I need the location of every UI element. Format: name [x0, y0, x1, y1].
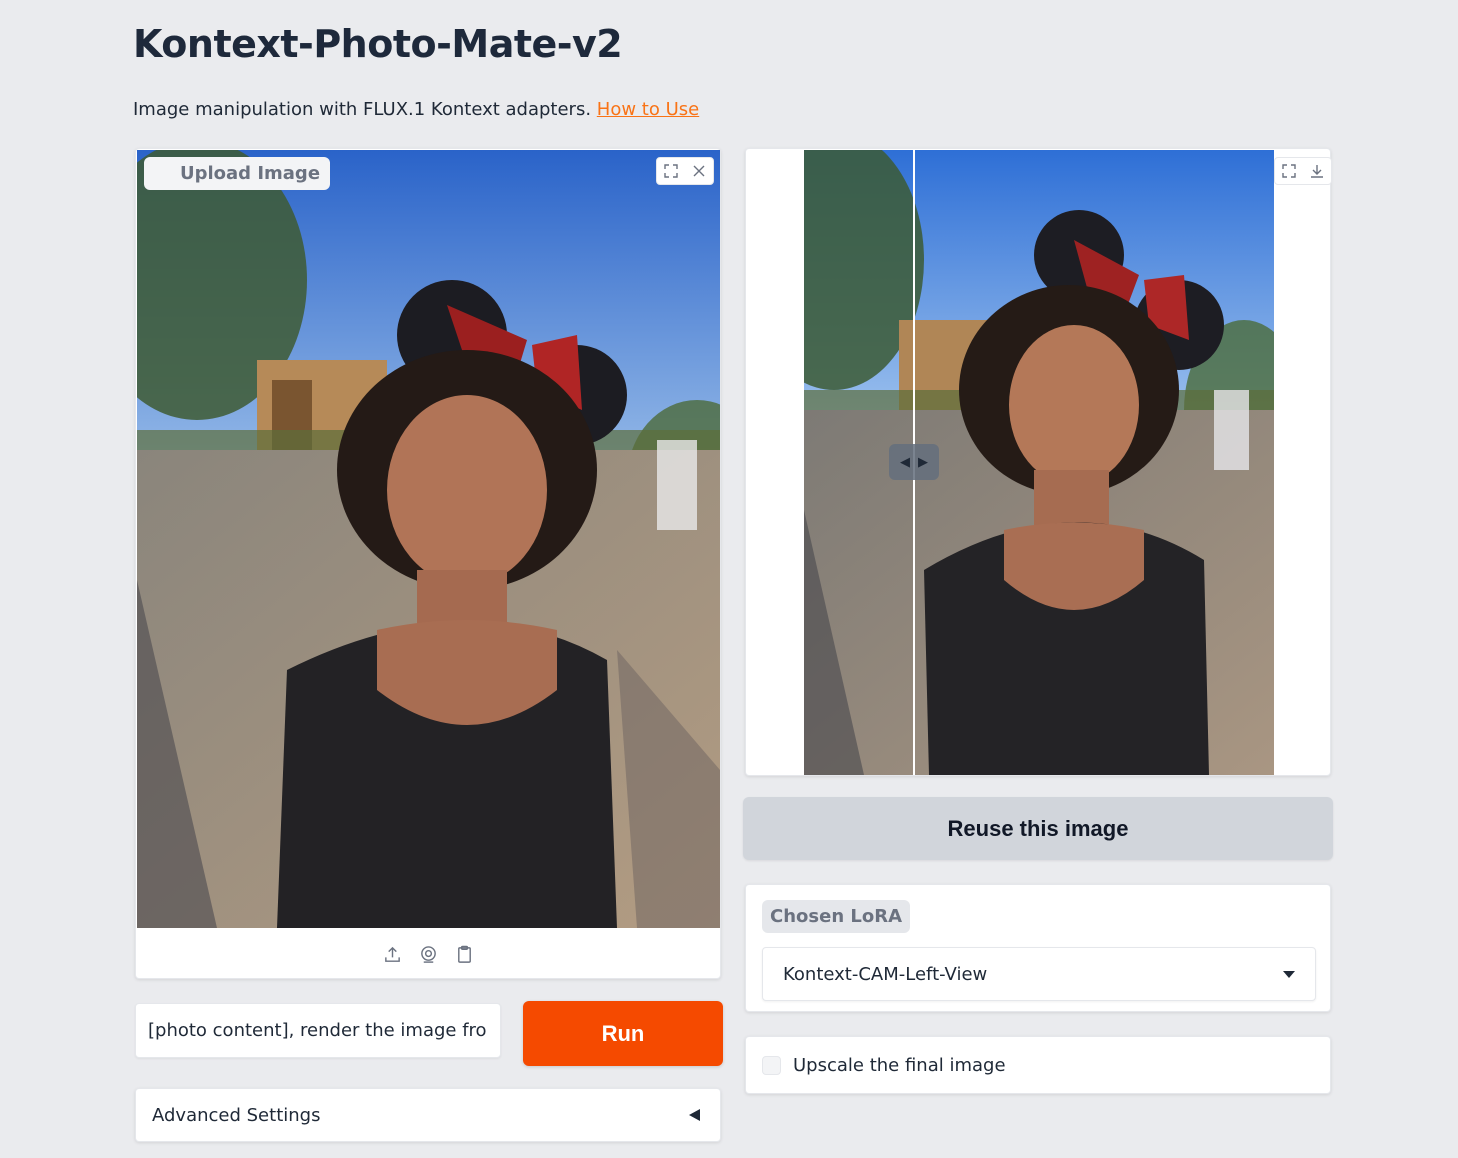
upload-icon[interactable]	[381, 943, 403, 965]
webcam-icon[interactable]	[417, 943, 439, 965]
output-photo	[804, 150, 1274, 775]
upscale-checkbox[interactable]	[762, 1055, 781, 1075]
expand-arrow-icon	[689, 1109, 700, 1121]
app-description: Image manipulation with FLUX.1 Kontext a…	[133, 99, 699, 120]
lora-label: Chosen LoRA	[762, 900, 911, 933]
fullscreen-icon[interactable]	[1275, 158, 1303, 184]
upscale-label[interactable]: Upscale the final image	[793, 1055, 1006, 1076]
advanced-settings-accordion[interactable]: Advanced Settings	[135, 1088, 721, 1142]
clipboard-icon[interactable]	[453, 943, 475, 965]
download-icon[interactable]	[1303, 158, 1331, 184]
lora-panel: Chosen LoRA Kontext-CAM-Left-View	[745, 884, 1331, 1012]
upload-image-label: Upload Image	[144, 157, 331, 190]
upscale-panel: Upscale the final image	[745, 1036, 1331, 1094]
fullscreen-icon[interactable]	[657, 158, 685, 184]
input-toolbar	[656, 157, 714, 185]
arrow-right-icon: ▶	[918, 454, 928, 470]
lora-dropdown[interactable]: Kontext-CAM-Left-View	[762, 947, 1316, 1001]
lora-selected-value: Kontext-CAM-Left-View	[783, 963, 988, 985]
arrow-left-icon: ◀	[900, 454, 910, 470]
chevron-down-icon	[1283, 970, 1295, 978]
app-title: Kontext-Photo-Mate-v2	[133, 22, 623, 66]
run-button[interactable]: Run	[523, 1001, 723, 1066]
reuse-image-button[interactable]: Reuse this image	[743, 797, 1333, 860]
output-image-panel: ◀ ▶	[745, 148, 1332, 776]
output-toolbar	[1274, 157, 1332, 185]
advanced-settings-label: Advanced Settings	[152, 1104, 321, 1126]
image-source-bar	[136, 929, 720, 979]
input-photo	[137, 150, 720, 928]
prompt-input[interactable]	[135, 1003, 501, 1058]
close-icon[interactable]	[685, 158, 713, 184]
comparison-slider-handle[interactable]: ◀ ▶	[889, 444, 939, 480]
input-image-panel[interactable]: Upload Image	[135, 148, 721, 979]
how-to-use-link[interactable]: How to Use	[597, 99, 699, 120]
description-text: Image manipulation with FLUX.1 Kontext a…	[133, 99, 592, 120]
